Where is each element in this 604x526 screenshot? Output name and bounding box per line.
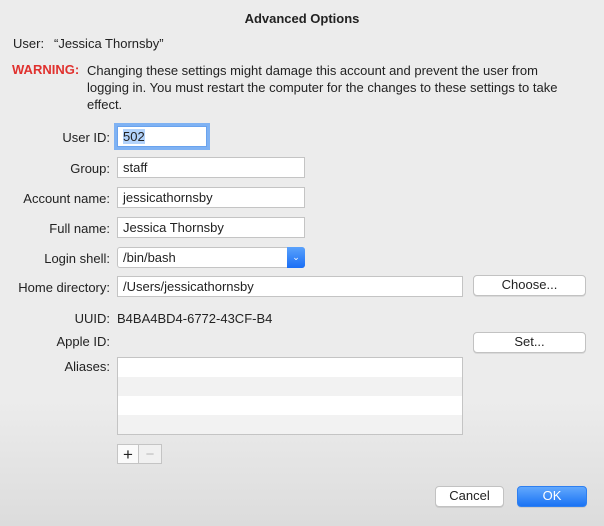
group-input[interactable]: staff	[117, 157, 305, 178]
apple-id-label: Apple ID:	[56, 334, 110, 349]
chevron-down-icon[interactable]: ⌄	[287, 247, 305, 268]
full-name-input[interactable]: Jessica Thornsby	[117, 217, 305, 238]
choose-button[interactable]: Choose...	[473, 275, 586, 296]
group-label: Group:	[70, 161, 110, 176]
account-name-label: Account name:	[23, 191, 110, 206]
advanced-options-dialog: Advanced Options User: “Jessica Thornsby…	[0, 0, 604, 526]
dialog-title: Advanced Options	[244, 11, 360, 26]
login-shell-select[interactable]: /bin/bash ⌄	[117, 247, 305, 268]
warning-label: WARNING:	[12, 62, 80, 77]
uuid-value: B4BA4BD4-6772-43CF-B4	[117, 311, 273, 326]
list-item[interactable]	[118, 358, 462, 377]
list-item[interactable]	[118, 377, 462, 396]
account-name-input[interactable]: jessicathornsby	[117, 187, 305, 208]
user-id-label: User ID:	[62, 130, 110, 145]
aliases-list[interactable]	[117, 357, 463, 435]
cancel-button[interactable]: Cancel	[435, 486, 504, 507]
remove-alias-button[interactable]: −	[139, 444, 162, 464]
warning-text: Changing these settings might damage thi…	[87, 63, 558, 112]
uuid-label: UUID:	[74, 311, 110, 326]
login-shell-value: /bin/bash	[123, 250, 176, 265]
home-directory-input[interactable]: /Users/jessicathornsby	[117, 276, 463, 297]
user-label: User:	[13, 36, 45, 51]
home-directory-label: Home directory:	[18, 280, 110, 295]
list-item[interactable]	[118, 415, 462, 434]
user-id-value: 502	[123, 129, 145, 144]
list-item[interactable]	[118, 396, 462, 415]
ok-button[interactable]: OK	[517, 486, 587, 507]
full-name-label: Full name:	[49, 221, 110, 236]
user-id-input[interactable]: 502	[117, 126, 207, 147]
set-button[interactable]: Set...	[473, 332, 586, 353]
add-alias-button[interactable]: +	[117, 444, 139, 464]
login-shell-label: Login shell:	[44, 251, 110, 266]
aliases-label: Aliases:	[64, 359, 110, 374]
user-name: “Jessica Thornsby”	[54, 36, 164, 51]
